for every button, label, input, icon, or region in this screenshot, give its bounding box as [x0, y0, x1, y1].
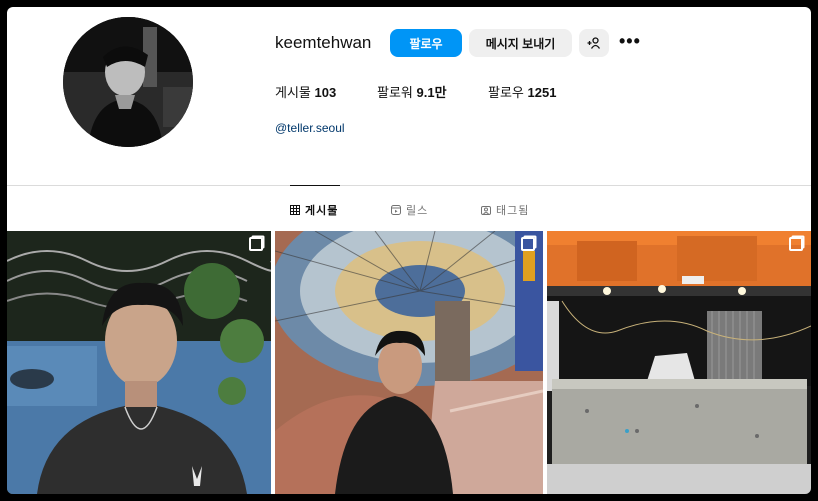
- ellipsis-icon[interactable]: •••: [619, 31, 641, 52]
- post-thumbnail[interactable]: [7, 231, 271, 494]
- active-tab-indicator: [290, 185, 340, 186]
- posts-count: 103: [314, 85, 337, 100]
- following-label: 팔로우: [488, 85, 524, 100]
- followers-count: 9.1만: [416, 85, 447, 100]
- post-thumbnail[interactable]: [275, 231, 543, 494]
- profile-avatar[interactable]: [63, 17, 193, 147]
- tab-reels[interactable]: 릴스: [391, 202, 428, 218]
- followers-stat[interactable]: 팔로워 9.1만: [377, 82, 447, 101]
- suggest-button[interactable]: [579, 29, 609, 57]
- profile-page: keemtehwan 팔로우 메시지 보내기 ••• 게시물 103 팔로워 9…: [7, 7, 811, 494]
- multi-post-icon: [249, 237, 263, 251]
- message-button[interactable]: 메시지 보내기: [469, 29, 572, 57]
- posts-label: 게시물: [275, 85, 311, 100]
- person-add-icon: [587, 37, 601, 49]
- tab-tagged-label: 태그됨: [496, 205, 530, 217]
- tab-reels-label: 릴스: [406, 205, 429, 217]
- tabs-divider: [7, 185, 811, 186]
- grid-icon: [290, 205, 300, 215]
- following-count: 1251: [527, 85, 557, 100]
- following-stat[interactable]: 팔로우 1251: [488, 82, 556, 101]
- followers-label: 팔로워: [377, 85, 413, 100]
- multi-post-icon: [521, 237, 535, 251]
- tagged-icon: [481, 206, 491, 215]
- tab-posts[interactable]: 게시물: [290, 202, 338, 218]
- multi-post-icon: [789, 237, 803, 251]
- profile-handle-link[interactable]: @teller.seoul: [275, 121, 345, 135]
- follow-button[interactable]: 팔로우: [390, 29, 462, 57]
- profile-username: keemtehwan: [275, 33, 372, 52]
- posts-stat: 게시물 103: [275, 82, 336, 101]
- post-thumbnail[interactable]: [547, 231, 811, 494]
- tab-tagged[interactable]: 태그됨: [481, 202, 529, 218]
- tab-posts-label: 게시물: [305, 205, 339, 217]
- reels-icon: [391, 205, 401, 215]
